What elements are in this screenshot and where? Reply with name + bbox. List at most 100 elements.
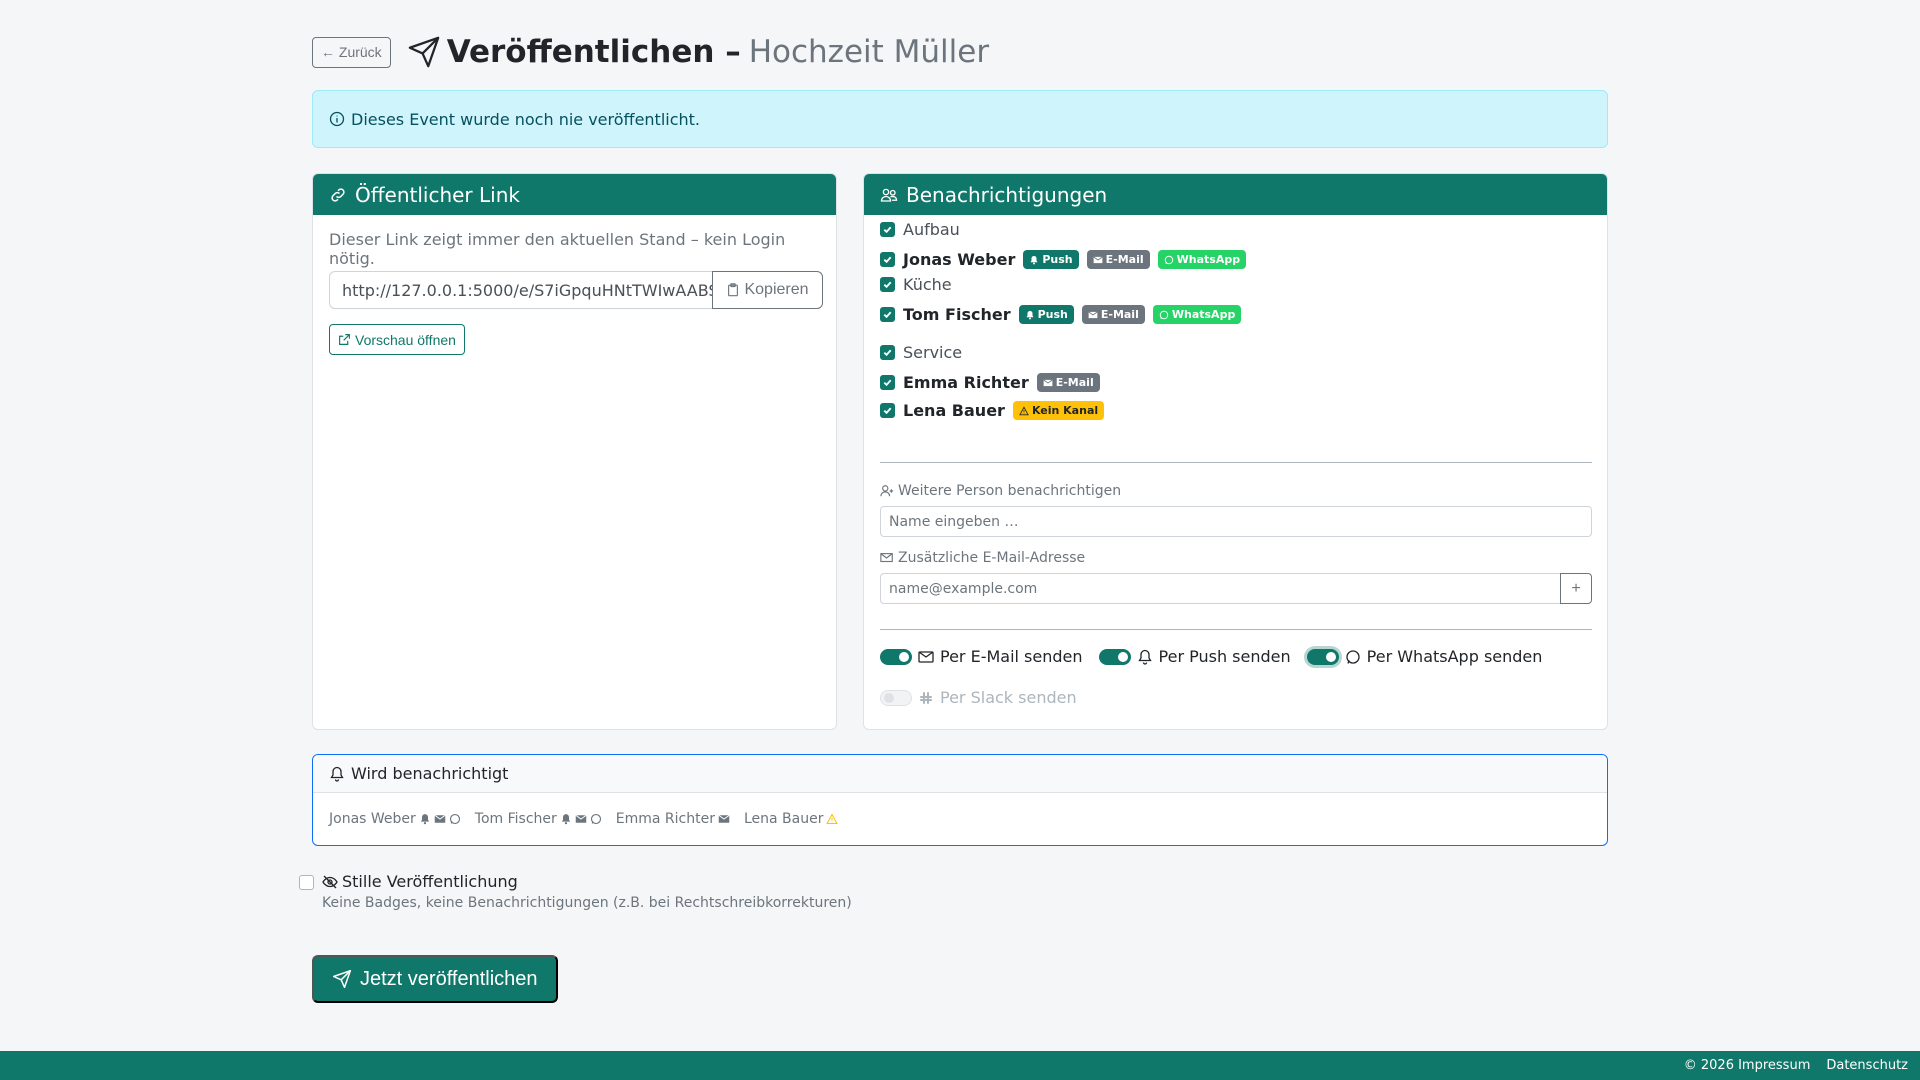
group-checkbox[interactable] bbox=[880, 277, 895, 292]
email-toggle[interactable] bbox=[880, 648, 912, 665]
person-name: Jonas Weber bbox=[903, 250, 1016, 269]
recipient-item: Jonas Weber bbox=[329, 811, 461, 827]
silent-checkbox[interactable] bbox=[299, 875, 314, 890]
check-icon bbox=[883, 226, 892, 234]
group-checkbox[interactable] bbox=[880, 345, 895, 360]
recipients-card: Wird benachrichtigt Jonas Weber Tom Fisc… bbox=[312, 754, 1608, 846]
preview-button[interactable]: Vorschau öffnen bbox=[329, 324, 465, 355]
whatsapp-icon bbox=[1164, 255, 1173, 264]
title-event: Hochzeit Müller bbox=[748, 34, 990, 70]
eye-slash-icon bbox=[322, 875, 338, 888]
link-description: Dieser Link zeigt immer den aktuellen St… bbox=[329, 230, 786, 268]
envelope-icon bbox=[1093, 256, 1103, 263]
push-switch[interactable]: Per Push senden bbox=[1098, 647, 1291, 666]
external-link-icon bbox=[339, 334, 350, 345]
silent-help: Keine Badges, keine Benachrichtigungen (… bbox=[322, 895, 852, 911]
warning-icon bbox=[1019, 405, 1029, 415]
slack-switch-row: Per Slack senden bbox=[880, 688, 1077, 707]
group-service[interactable]: Service bbox=[880, 343, 962, 362]
no-channel-badge: Kein Kanal bbox=[1012, 401, 1105, 420]
whatsapp-switch[interactable]: Per WhatsApp senden bbox=[1306, 647, 1542, 666]
envelope-icon bbox=[918, 650, 934, 663]
envelope-icon bbox=[718, 814, 730, 823]
page-title: Veröffentlichen – Hochzeit Müller bbox=[407, 34, 989, 70]
whatsapp-icon bbox=[449, 813, 460, 825]
people-icon bbox=[880, 188, 898, 202]
alert-text: Dieses Event wurde noch nie veröffentlic… bbox=[351, 109, 701, 129]
divider bbox=[880, 462, 1592, 463]
slack-switch[interactable]: Per Slack senden bbox=[880, 688, 1077, 707]
person-add-icon bbox=[880, 485, 894, 497]
person-row-jonas[interactable]: Jonas Weber Push E-Mail WhatsApp bbox=[880, 250, 1247, 269]
notifications-title: Benachrichtigungen bbox=[906, 182, 1108, 207]
clipboard-icon bbox=[728, 283, 739, 297]
title-main: Veröffentlichen – bbox=[446, 34, 741, 70]
whatsapp-toggle[interactable] bbox=[1306, 648, 1339, 665]
person-row-tom[interactable]: Tom Fischer Push E-Mail WhatsApp bbox=[880, 305, 1242, 324]
check-icon bbox=[883, 256, 892, 264]
person-checkbox[interactable] bbox=[880, 403, 895, 418]
public-link-input[interactable]: http://127.0.0.1:5000/e/S7iGpquHNtTWIwAA… bbox=[329, 271, 712, 309]
extra-email-input[interactable]: name@example.com bbox=[880, 573, 1560, 604]
person-name: Emma Richter bbox=[903, 373, 1029, 392]
whatsapp-icon bbox=[1345, 649, 1360, 664]
bell-icon bbox=[561, 814, 570, 825]
recipients-header: Wird benachrichtigt bbox=[313, 755, 1607, 793]
public-link-card: Öffentlicher Link Dieser Link zeigt imme… bbox=[312, 173, 837, 730]
page-header: ← Zurück Veröffentlichen – Hochzeit Müll… bbox=[312, 30, 989, 74]
publish-button[interactable]: Jetzt veröffentlichen bbox=[312, 955, 558, 1003]
slack-icon bbox=[920, 691, 932, 704]
recipient-item: Emma Richter bbox=[616, 811, 730, 827]
group-aufbau[interactable]: Aufbau bbox=[880, 220, 960, 239]
envelope-plus-icon bbox=[880, 553, 893, 563]
recipient-item: Tom Fischer bbox=[475, 811, 602, 827]
person-checkbox[interactable] bbox=[880, 375, 895, 390]
extra-person-label: Weitere Person benachrichtigen bbox=[880, 483, 1121, 499]
person-row-lena[interactable]: Lena Bauer Kein Kanal bbox=[880, 401, 1105, 420]
send-icon bbox=[408, 36, 439, 68]
extra-email-label: Zusätzliche E-Mail-Adresse bbox=[880, 550, 1085, 566]
bell-icon bbox=[330, 766, 344, 782]
copy-button[interactable]: Kopieren bbox=[712, 271, 823, 309]
footer: © 2026 Impressum Datenschutz bbox=[0, 1051, 1920, 1080]
extra-email-group: name@example.com + bbox=[880, 573, 1592, 604]
group-label: Aufbau bbox=[903, 220, 960, 239]
extra-person-input[interactable]: Name eingeben … bbox=[880, 506, 1592, 537]
bell-icon bbox=[1026, 310, 1034, 319]
check-icon bbox=[883, 379, 892, 387]
email-badge: E-Mail bbox=[1081, 305, 1145, 324]
public-link-title: Öffentlicher Link bbox=[355, 182, 520, 207]
notifications-card: Benachrichtigungen Aufbau Jonas Weber Pu… bbox=[863, 173, 1608, 730]
email-switch[interactable]: Per E-Mail senden bbox=[880, 647, 1083, 666]
check-icon bbox=[883, 349, 892, 357]
back-button[interactable]: ← Zurück bbox=[312, 36, 391, 68]
bell-icon bbox=[420, 814, 429, 825]
push-badge: Push bbox=[1023, 250, 1079, 269]
impressum-link[interactable]: © 2026 Impressum bbox=[1684, 1058, 1811, 1073]
slack-toggle[interactable] bbox=[880, 689, 912, 706]
privacy-link[interactable]: Datenschutz bbox=[1826, 1058, 1908, 1073]
person-checkbox[interactable] bbox=[880, 307, 895, 322]
link-input-group: http://127.0.0.1:5000/e/S7iGpquHNtTWIwAA… bbox=[329, 271, 823, 309]
info-alert: Dieses Event wurde noch nie veröffentlic… bbox=[312, 90, 1608, 148]
recipients-title: Wird benachrichtigt bbox=[351, 764, 509, 783]
preview-label: Vorschau öffnen bbox=[355, 331, 456, 348]
person-row-emma[interactable]: Emma Richter E-Mail bbox=[880, 373, 1100, 392]
envelope-icon bbox=[1043, 379, 1053, 386]
push-toggle[interactable] bbox=[1098, 648, 1131, 665]
info-icon bbox=[329, 111, 345, 127]
group-checkbox[interactable] bbox=[880, 222, 895, 237]
whatsapp-badge: WhatsApp bbox=[1157, 250, 1247, 269]
group-kueche[interactable]: Küche bbox=[880, 275, 952, 294]
recipients-list: Jonas Weber Tom Fischer Emma Richter Len… bbox=[313, 793, 1607, 845]
link-icon bbox=[331, 187, 345, 202]
person-checkbox[interactable] bbox=[880, 252, 895, 267]
channel-switches: Per E-Mail senden Per Push senden Per Wh… bbox=[880, 647, 1542, 666]
send-icon bbox=[332, 969, 352, 989]
check-icon bbox=[883, 311, 892, 319]
add-email-button[interactable]: + bbox=[1560, 573, 1592, 604]
divider bbox=[880, 629, 1592, 630]
warning-icon bbox=[826, 813, 839, 825]
group-label: Küche bbox=[903, 275, 952, 294]
push-badge: Push bbox=[1018, 305, 1074, 324]
